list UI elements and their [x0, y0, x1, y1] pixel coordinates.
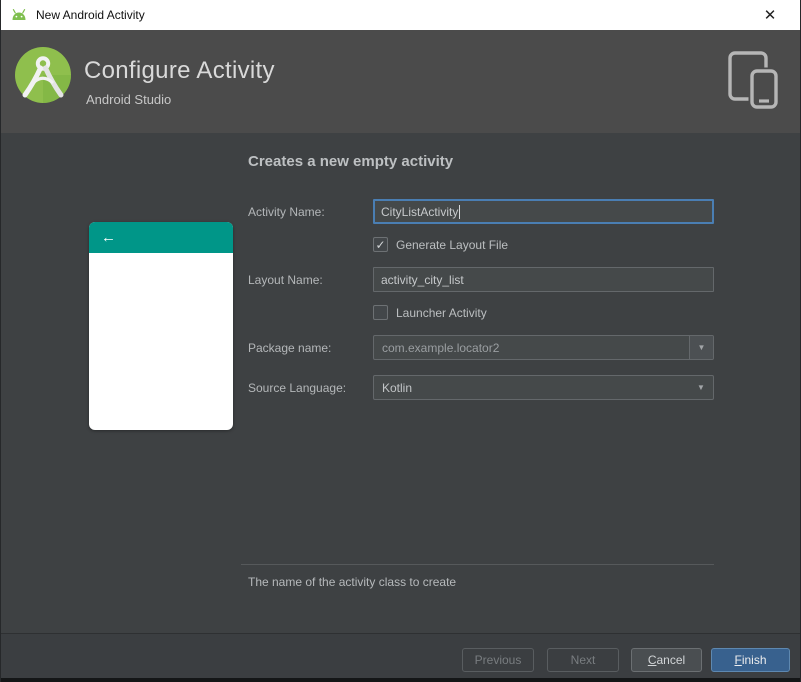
source-language-label: Source Language:: [248, 381, 347, 395]
title-bar: New Android Activity ✕: [1, 0, 800, 30]
checkbox-unchecked-box[interactable]: [373, 305, 388, 320]
launcher-activity-checkbox[interactable]: Launcher Activity: [373, 305, 487, 320]
text-caret: [459, 204, 461, 219]
activity-name-label: Activity Name:: [248, 205, 325, 219]
finish-button[interactable]: Finish: [711, 648, 790, 672]
cancel-button-label: Cancel: [647, 653, 686, 667]
previous-button-label: Previous: [474, 653, 522, 667]
generate-layout-checkbox[interactable]: ✓ Generate Layout File: [373, 237, 508, 252]
wizard-subtitle: Android Studio: [86, 92, 172, 107]
package-name-value: com.example.locator2: [382, 340, 500, 355]
layout-name-input[interactable]: activity_city_list: [373, 267, 714, 292]
tablet-phone-icon: [728, 51, 780, 109]
window-bottom-border: [1, 678, 800, 682]
launcher-activity-label: Launcher Activity: [396, 305, 487, 320]
activity-preview: ←: [89, 222, 233, 430]
activity-name-input[interactable]: CityListActivity: [373, 199, 714, 224]
package-name-label: Package name:: [248, 341, 332, 355]
status-separator: [241, 564, 714, 565]
close-icon[interactable]: ✕: [754, 0, 786, 30]
package-name-combobox[interactable]: com.example.locator2 ▼: [373, 335, 714, 360]
layout-name-label: Layout Name:: [248, 273, 323, 287]
android-head-icon: [12, 8, 26, 20]
layout-name-value: activity_city_list: [381, 272, 464, 287]
back-arrow-icon: ←: [101, 229, 116, 246]
previous-button[interactable]: Previous: [462, 648, 534, 672]
generate-layout-label: Generate Layout File: [396, 237, 509, 252]
checkbox-checked-icon[interactable]: ✓: [373, 237, 388, 252]
cancel-button[interactable]: Cancel: [631, 648, 702, 672]
new-android-activity-dialog: New Android Activity ✕ Configure Activit…: [0, 0, 801, 682]
next-button-label: Next: [570, 653, 596, 667]
activity-name-value: CityListActivity: [381, 204, 459, 219]
finish-button-label: Finish: [734, 653, 767, 667]
android-studio-logo: [15, 47, 71, 103]
step-heading: Creates a new empty activity: [248, 153, 454, 170]
button-bar: Previous Next Cancel Finish: [1, 633, 800, 678]
chevron-down-icon[interactable]: ▼: [689, 336, 713, 359]
wizard-title: Configure Activity: [84, 57, 275, 84]
preview-appbar: ←: [89, 222, 233, 253]
source-language-combobox[interactable]: Kotlin ▼: [373, 375, 714, 400]
chevron-down-icon[interactable]: ▼: [689, 376, 713, 399]
status-text: The name of the activity class to create: [248, 575, 457, 589]
source-language-value: Kotlin: [382, 380, 413, 395]
wizard-content: Creates a new empty activity ← Activity …: [1, 133, 800, 633]
wizard-header: Configure Activity Android Studio: [1, 30, 800, 133]
window-title: New Android Activity: [36, 8, 145, 22]
next-button[interactable]: Next: [547, 648, 619, 672]
